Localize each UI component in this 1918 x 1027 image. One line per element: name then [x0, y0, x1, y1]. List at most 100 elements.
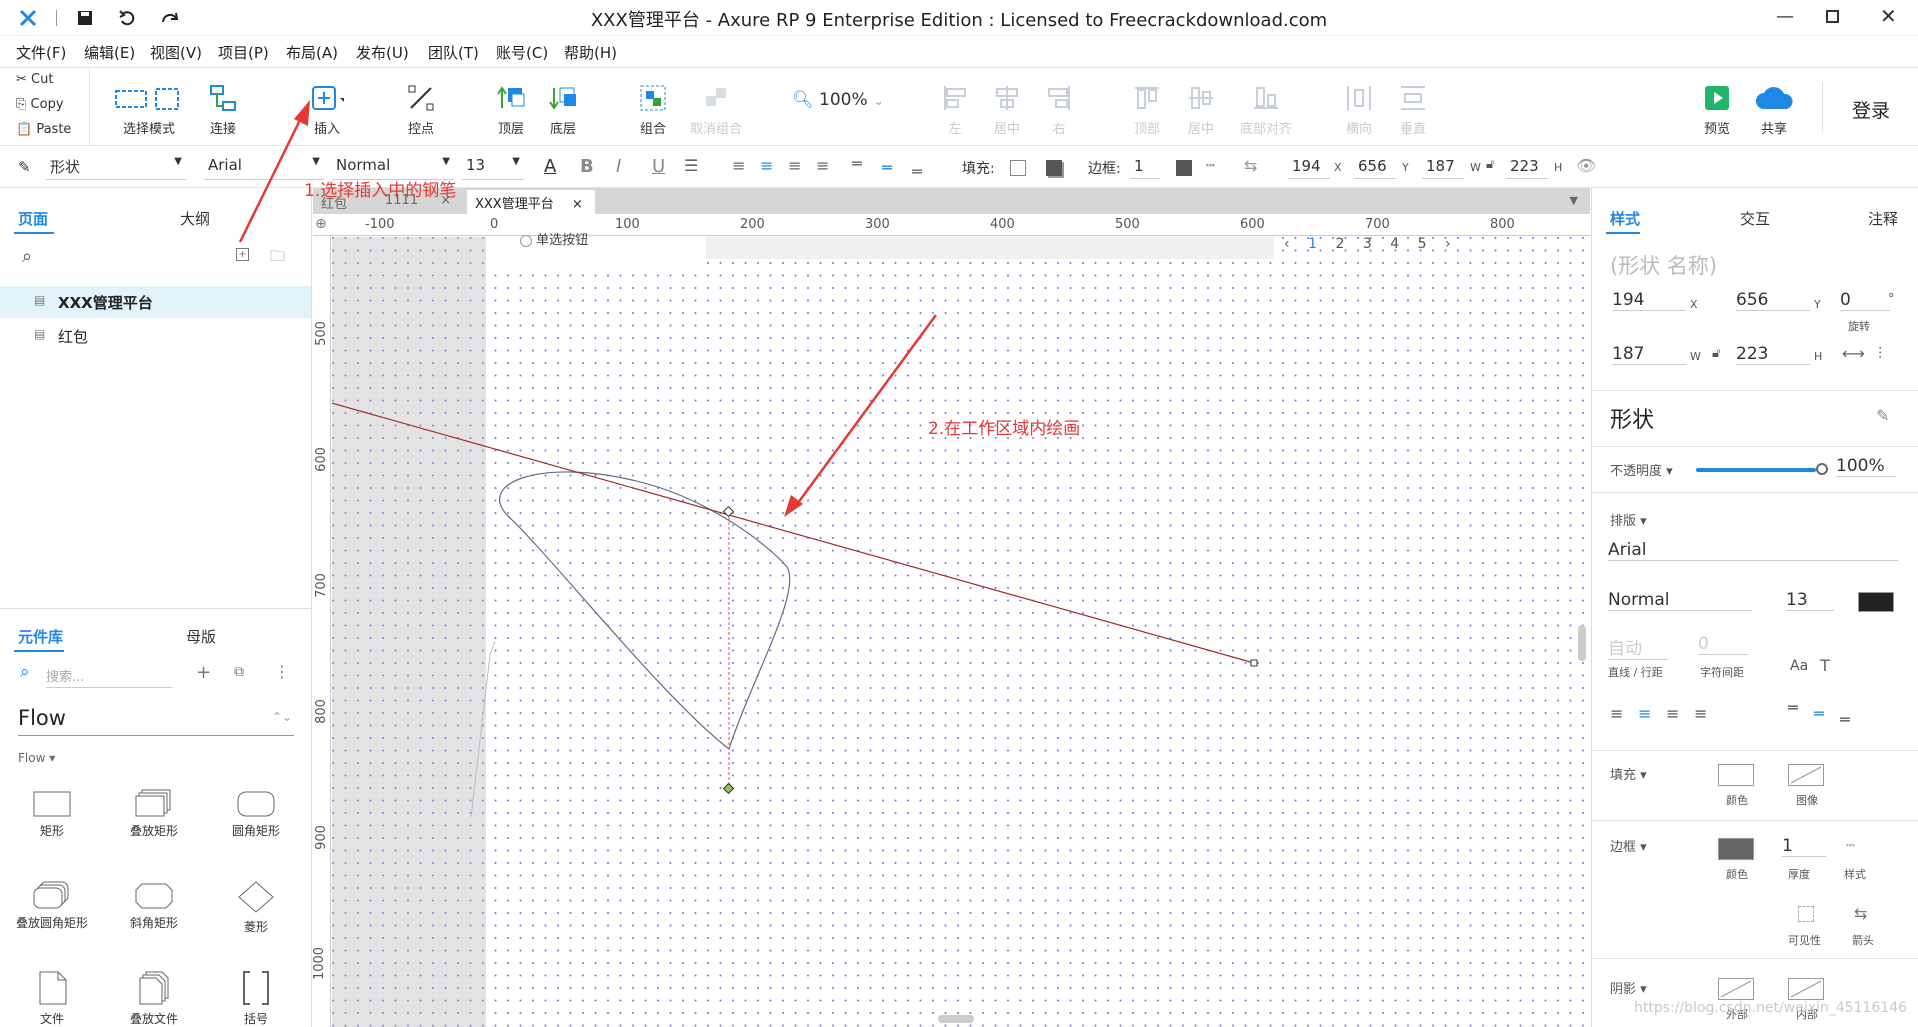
minimize-icon[interactable]: — — [1776, 6, 1794, 27]
add-page-icon[interactable]: + — [236, 248, 249, 261]
font-color-icon[interactable]: A — [544, 156, 556, 177]
align-center-button[interactable]: 居中 — [990, 82, 1024, 137]
format-y-input[interactable]: 656 — [1354, 155, 1396, 179]
shadow-inner-swatch[interactable] — [1788, 978, 1824, 1000]
send-back-button[interactable]: 底层 — [546, 82, 580, 137]
add-library-icon[interactable]: + — [196, 662, 211, 683]
font-size-input[interactable]: 13 — [1786, 590, 1834, 611]
menu-view[interactable]: 视图(V) — [150, 42, 202, 63]
arrow-icon[interactable]: ⇆ — [1854, 904, 1867, 923]
tabs-overflow-icon[interactable]: ▼ — [1570, 194, 1578, 207]
opacity-slider-thumb[interactable] — [1816, 463, 1828, 475]
menu-edit[interactable]: 编辑(E) — [84, 42, 135, 63]
bring-front-button[interactable]: 顶层 — [494, 82, 528, 137]
tab-library[interactable]: 元件库 — [18, 626, 63, 647]
edit-style-icon[interactable]: ✎ — [1876, 406, 1889, 425]
tab-outline[interactable]: 大纲 — [180, 208, 210, 229]
canvas-pager-bar[interactable] — [706, 237, 1274, 259]
rotation-input[interactable]: 0 — [1840, 290, 1890, 311]
share-button[interactable]: 共享 — [1752, 82, 1796, 137]
pager-page[interactable]: 2 — [1335, 236, 1344, 252]
pager-page[interactable]: 5 — [1418, 236, 1427, 252]
border-thickness-input[interactable]: 1 — [1782, 836, 1826, 857]
library-copy-icon[interactable]: ⧉ — [234, 664, 244, 680]
bullet-list-icon[interactable]: ☰ — [684, 156, 698, 175]
bold-icon[interactable]: B — [580, 156, 594, 177]
align-left-text-icon[interactable]: ≡ — [1610, 704, 1623, 723]
aspect-lock-icon[interactable]: 🔓︎ — [1712, 346, 1720, 361]
opacity-slider-track[interactable] — [1696, 468, 1816, 472]
menu-file[interactable]: 文件(F) — [16, 42, 66, 63]
menu-account[interactable]: 账号(C) — [496, 42, 548, 63]
widget-file[interactable]: 文件 — [14, 970, 90, 1027]
widget-diamond[interactable]: 菱形 — [218, 880, 294, 935]
text-align-right-icon[interactable]: ≡ — [788, 156, 801, 175]
pager-prev-icon[interactable]: ‹ — [1284, 236, 1290, 252]
align-middle-button[interactable]: 居中 — [1184, 82, 1218, 137]
zoom-control[interactable]: 🔍︎ 100% ⌄ — [792, 90, 884, 110]
ungroup-button[interactable]: 取消组合 — [686, 82, 746, 137]
lock-icon[interactable]: 🔓︎ — [1486, 157, 1494, 172]
arrow-style-icon[interactable]: ⇆ — [1244, 156, 1257, 175]
distribute-vertical-button[interactable]: 垂直 — [1396, 82, 1430, 137]
text-justify-icon[interactable]: ≡ — [816, 156, 829, 175]
font-color-swatch[interactable] — [1858, 592, 1894, 612]
tab-interactions[interactable]: 交互 — [1740, 208, 1770, 229]
fill-image-swatch[interactable] — [1788, 764, 1824, 786]
border-color-swatch[interactable] — [1176, 160, 1192, 176]
char-spacing-input[interactable]: 0 — [1698, 634, 1748, 655]
border-width-input[interactable]: 1 — [1130, 155, 1160, 179]
align-left-button[interactable]: 左 — [938, 82, 972, 137]
widget-bevel-rectangle[interactable]: 斜角矩形 — [116, 880, 192, 931]
widget-stacked-rectangle[interactable]: 叠放矩形 — [116, 788, 192, 839]
widget-stacked-file[interactable]: 叠放文件 — [116, 970, 192, 1027]
pager-page[interactable]: 4 — [1390, 236, 1399, 252]
size-dropdown[interactable]: 13 ▼ — [462, 154, 524, 180]
border-style-icon[interactable]: ┅ — [1206, 158, 1214, 174]
fill-section-label[interactable]: 填充 ▾ — [1610, 764, 1647, 783]
preview-button[interactable]: 预览 — [1700, 82, 1734, 137]
border-color-swatch[interactable] — [1718, 838, 1754, 860]
line-spacing-input[interactable]: 自动 — [1608, 634, 1668, 660]
group-button[interactable]: 组合 — [636, 82, 670, 137]
close-tab-icon[interactable]: × — [572, 197, 583, 212]
tab-notes[interactable]: 注释 — [1868, 208, 1898, 229]
valign-top-icon[interactable]: ═ — [852, 154, 862, 173]
font-weight-select[interactable]: Normal — [1608, 590, 1752, 611]
close-icon[interactable]: ✕ — [1880, 4, 1897, 28]
text-align-left-icon[interactable]: ≡ — [732, 156, 745, 175]
visibility-eye-icon[interactable]: 👁︎ — [1576, 156, 1596, 175]
justify-text-icon[interactable]: ≡ — [1694, 704, 1707, 723]
canvas-drawing[interactable] — [332, 237, 1590, 1027]
pager-page[interactable]: 1 — [1308, 236, 1317, 252]
valign-middle-icon[interactable]: ═ — [882, 158, 892, 177]
menu-layout[interactable]: 布局(A) — [286, 42, 338, 63]
library-group-label[interactable]: Flow ▾ — [18, 751, 55, 765]
text-shadow-icon[interactable]: T — [1820, 656, 1830, 675]
shadow-swatch[interactable] — [1046, 160, 1062, 176]
fit-width-icon[interactable]: ⟷ — [1842, 344, 1865, 363]
align-bottom-button[interactable]: 底部对齐 — [1236, 82, 1296, 137]
align-right-button[interactable]: 右 — [1042, 82, 1076, 137]
widget-rectangle[interactable]: 矩形 — [14, 788, 90, 839]
select-mode-button[interactable]: 选择模式 — [104, 82, 194, 137]
points-button[interactable]: 控点 — [404, 82, 438, 137]
cut-button[interactable]: ✂ Cut — [16, 72, 53, 87]
paste-button[interactable]: 📋 Paste — [16, 122, 71, 137]
fill-color-swatch[interactable] — [1718, 764, 1754, 786]
distribute-horizontal-button[interactable]: 横向 — [1342, 82, 1376, 137]
library-select[interactable]: Flow ⌃⌄ — [18, 706, 294, 736]
shadow-outer-swatch[interactable] — [1718, 978, 1754, 1000]
menu-project[interactable]: 项目(P) — [218, 42, 269, 63]
align-top-button[interactable]: 顶部 — [1130, 82, 1164, 137]
text-align-center-icon[interactable]: ≡ — [760, 156, 773, 175]
login-button[interactable]: 登录 — [1852, 96, 1890, 123]
copy-button[interactable]: ⎘ Copy — [16, 97, 64, 112]
tab-pages[interactable]: 页面 — [18, 208, 48, 229]
library-search-input[interactable]: 搜索... — [46, 666, 172, 688]
fit-height-icon[interactable]: ⫶ — [1878, 344, 1882, 364]
add-folder-icon[interactable]: 🗀 — [270, 246, 285, 271]
canvas-pager[interactable]: ‹ 1 2 3 4 5 › — [1284, 236, 1451, 252]
shape-name-input[interactable]: (形状 名称) — [1610, 250, 1717, 280]
canvas-widget-stub[interactable] — [486, 237, 706, 265]
